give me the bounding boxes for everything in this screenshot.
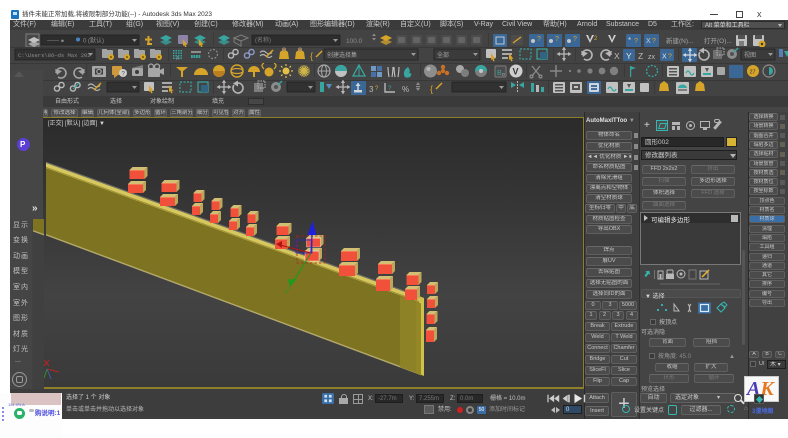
svg-text:*: *: [628, 36, 631, 45]
svg-text:Y: Y: [626, 51, 632, 61]
svg-text:o: o: [502, 72, 505, 78]
svg-text:?: ?: [388, 86, 392, 92]
svg-text:X: X: [614, 51, 620, 61]
svg-text:—— ●: —— ●: [47, 39, 65, 45]
svg-text:100.0: 100.0: [346, 38, 363, 45]
svg-text:全部: 全部: [437, 51, 449, 59]
svg-text:(名称): (名称): [255, 36, 271, 44]
svg-text:0 (默认): 0 (默认): [83, 37, 104, 45]
svg-text:?: ?: [375, 86, 379, 92]
svg-text:?: ?: [573, 36, 577, 43]
svg-text:%: %: [402, 85, 409, 94]
svg-text:?: ?: [652, 38, 656, 45]
svg-text:新建(N)...: 新建(N)...: [666, 36, 694, 45]
svg-text:zx: zx: [648, 54, 656, 61]
svg-text:Z: Z: [638, 51, 643, 61]
svg-text:C:\Users\86—ds Max 202: C:\Users\86—ds Max 202: [18, 52, 91, 59]
svg-text:{: {: [430, 84, 433, 94]
svg-text:27: 27: [750, 70, 756, 76]
svg-text:视图: 视图: [744, 51, 756, 59]
svg-text:{: {: [310, 51, 313, 61]
svg-text:?: ?: [537, 36, 541, 43]
svg-text:X: X: [662, 54, 667, 61]
svg-text:3: 3: [369, 85, 374, 94]
svg-text:?: ?: [668, 54, 672, 61]
svg-text:创建选择集: 创建选择集: [327, 51, 357, 59]
svg-text:打开(O)...: 打开(O)...: [704, 36, 732, 45]
svg-text:X: X: [646, 38, 651, 45]
svg-text:2: 2: [594, 36, 598, 42]
svg-text:V: V: [513, 67, 519, 77]
svg-text:?: ?: [555, 36, 559, 43]
svg-text:?: ?: [634, 38, 638, 45]
